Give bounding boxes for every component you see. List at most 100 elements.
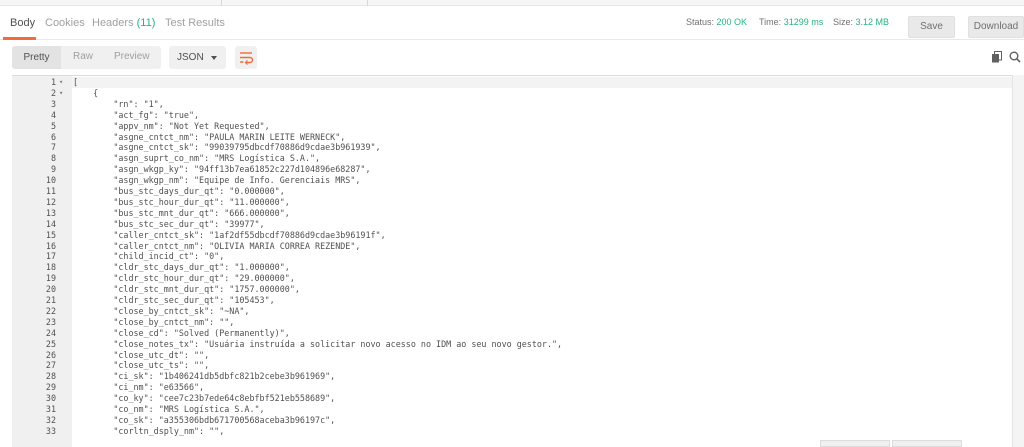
fold-toggle-icon[interactable]: ▾	[59, 88, 63, 99]
code-line: 8 "asgn_suprt_co_nm": "MRS Logística S.A…	[12, 153, 1012, 164]
editor-scrollbar[interactable]	[1012, 75, 1024, 447]
line-number: 13	[45, 207, 56, 218]
line-text: "cldr_stc_hour_dur_qt": "29.000000",	[73, 273, 295, 284]
code-line: 32 "co_sk": "a355306bdb671700568aceba3b9…	[12, 415, 1012, 426]
tab-body[interactable]: Body	[10, 17, 35, 29]
size-label: Size:	[833, 17, 854, 27]
line-text: "bus_stc_sec_dur_qt": "39977",	[73, 218, 265, 229]
line-text: "bus_stc_days_dur_qt": "0.000000",	[73, 186, 285, 196]
line-text: "rn": "1",	[73, 98, 164, 109]
tab-test-results[interactable]: Test Results	[165, 17, 225, 29]
format-select[interactable]: JSON	[169, 46, 226, 69]
line-number: 14	[45, 218, 56, 229]
response-body-editor[interactable]: 1 ▾[2 ▾ {3 "rn": "1", 4 "act_fg": "true", 5 …	[12, 75, 1012, 447]
line-number: 1	[50, 77, 56, 87]
line-text: [	[73, 77, 79, 87]
code-line: 26 "close_utc_dt": "",	[12, 350, 1012, 361]
code-line: 11 "bus_stc_days_dur_qt": "0.000000",	[12, 186, 1012, 197]
line-text: "asgn_suprt_co_nm": "MRS Logística S.A."…	[73, 153, 321, 164]
code-line: 23 "close_by_cntct_nm": "",	[12, 317, 1012, 328]
line-number: 8	[50, 153, 56, 164]
line-text: "cldr_stc_sec_dur_qt": "105453",	[73, 295, 275, 305]
line-text: "bus_stc_hour_dur_qt": "11.000000",	[73, 196, 290, 207]
line-text: "child_incid_ct": "0",	[73, 251, 225, 262]
code-line: 3 "rn": "1",	[12, 99, 1012, 110]
line-number: 19	[45, 273, 56, 284]
code-line: 27 "close_utc_ts": "",	[12, 360, 1012, 371]
tab-headers[interactable]: Headers (11)	[92, 17, 155, 29]
line-text: "ci_sk": "1b406241db5dbfc821b2cebe3b9619…	[73, 371, 336, 382]
size-value: 3.12 MB	[855, 17, 890, 27]
code-line: 12 "bus_stc_hour_dur_qt": "11.000000",	[12, 197, 1012, 208]
line-number: 30	[45, 393, 56, 404]
code-line: 13 "bus_stc_mnt_dur_qt": "666.000000",	[12, 208, 1012, 219]
line-number: 32	[45, 414, 56, 425]
line-number: 10	[45, 175, 56, 186]
line-number: 6	[50, 131, 56, 142]
time-label: Time:	[759, 17, 782, 27]
line-number: 25	[45, 338, 56, 349]
line-number: 22	[45, 305, 56, 316]
code-line: 33 "corltn_dsply_nm": "",	[12, 426, 1012, 437]
code-line: 24 "close_cd": "Solved (Permanently)",	[12, 328, 1012, 339]
code-line: 20 "cldr_stc_mnt_dur_qt": "1757.000000",	[12, 284, 1012, 295]
view-preview-button[interactable]: Preview	[114, 51, 150, 62]
line-text: "close_cd": "Solved (Permanently)",	[73, 327, 290, 338]
code-line: 2 ▾ {	[12, 88, 1012, 99]
line-number: 31	[45, 404, 56, 414]
line-number: 3	[50, 98, 56, 109]
bottom-tab[interactable]	[892, 440, 962, 447]
line-number: 24	[45, 327, 56, 338]
search-icon[interactable]	[1009, 51, 1021, 63]
line-number: 20	[45, 284, 56, 295]
line-text: "appv_nm": "Not Yet Requested",	[73, 120, 270, 131]
line-number: 9	[50, 164, 56, 175]
download-button[interactable]: Download	[968, 16, 1024, 38]
line-text: "asgne_cntct_nm": "PAULA MARIN LEITE WER…	[73, 131, 346, 142]
chevron-down-icon	[211, 56, 217, 60]
code-line: 16 "caller_cntct_nm": "OLIVIA MARIA CORR…	[12, 241, 1012, 252]
fold-toggle-icon[interactable]: ▾	[59, 77, 63, 88]
line-number: 29	[45, 382, 56, 393]
code-line: 14 "bus_stc_sec_dur_qt": "39977",	[12, 219, 1012, 230]
tab-headers-label: Headers	[92, 17, 134, 29]
line-number: 16	[45, 240, 56, 251]
view-raw-button[interactable]: Raw	[73, 51, 93, 62]
line-text: "ci_nm": "e63566",	[73, 382, 205, 393]
line-text: "close_notes_tx": "Usuária instruída a s…	[73, 338, 563, 349]
status-label: Status:	[686, 17, 715, 27]
save-response-button[interactable]: Save	[908, 16, 955, 38]
line-text: "asgn_wkgp_nm": "Equipe de Info. Gerenci…	[73, 175, 361, 186]
code-line: 29 "ci_nm": "e63566",	[12, 382, 1012, 393]
format-select-value: JSON	[177, 52, 204, 63]
code-line: 17 "child_incid_ct": "0",	[12, 251, 1012, 262]
code-line: 15 "caller_cntct_sk": "1af2df55dbcdf7088…	[12, 230, 1012, 241]
line-text: "close_utc_dt": "",	[73, 349, 210, 360]
line-text: "co_ky": "cee7c23b7ede64c8ebfbf521eb5586…	[73, 393, 336, 404]
code-line: 10 "asgn_wkgp_nm": "Equipe de Info. Gere…	[12, 175, 1012, 186]
line-text: "corltn_dsply_nm": "",	[73, 425, 225, 436]
code-line: 31 "co_nm": "MRS Logística S.A.",	[12, 404, 1012, 415]
code-line: 18 "cldr_stc_days_dur_qt": "1.000000",	[12, 262, 1012, 273]
line-number: 33	[45, 425, 56, 436]
status-readout: Status: 200 OK	[686, 17, 747, 27]
line-number: 5	[50, 120, 56, 131]
line-number: 26	[45, 349, 56, 360]
code-line: 22 "close_by_cntct_sk": "~NA",	[12, 306, 1012, 317]
line-text: "cldr_stc_days_dur_qt": "1.000000",	[73, 262, 290, 273]
active-line-highlight	[72, 77, 1012, 88]
line-text: "act_fg": "true",	[73, 109, 200, 120]
line-text: "cldr_stc_mnt_dur_qt": "1757.000000",	[73, 284, 300, 295]
line-text: "close_by_cntct_nm": "",	[73, 316, 235, 327]
copy-icon[interactable]	[991, 51, 1003, 63]
tab-cookies[interactable]: Cookies	[45, 17, 85, 29]
wrap-lines-button[interactable]	[235, 46, 257, 69]
line-number: 11	[45, 186, 56, 196]
code-line: 6 "asgne_cntct_nm": "PAULA MARIN LEITE W…	[12, 132, 1012, 143]
bottom-tab[interactable]	[820, 440, 890, 447]
view-pretty-button[interactable]: Pretty	[12, 46, 61, 69]
response-header-bar: Body Cookies Headers (11) Test Results S…	[0, 6, 1024, 40]
code-line: 30 "co_ky": "cee7c23b7ede64c8ebfbf521eb5…	[12, 393, 1012, 404]
bottom-bar	[740, 440, 1024, 447]
code-line: 21 "cldr_stc_sec_dur_qt": "105453",	[12, 295, 1012, 306]
